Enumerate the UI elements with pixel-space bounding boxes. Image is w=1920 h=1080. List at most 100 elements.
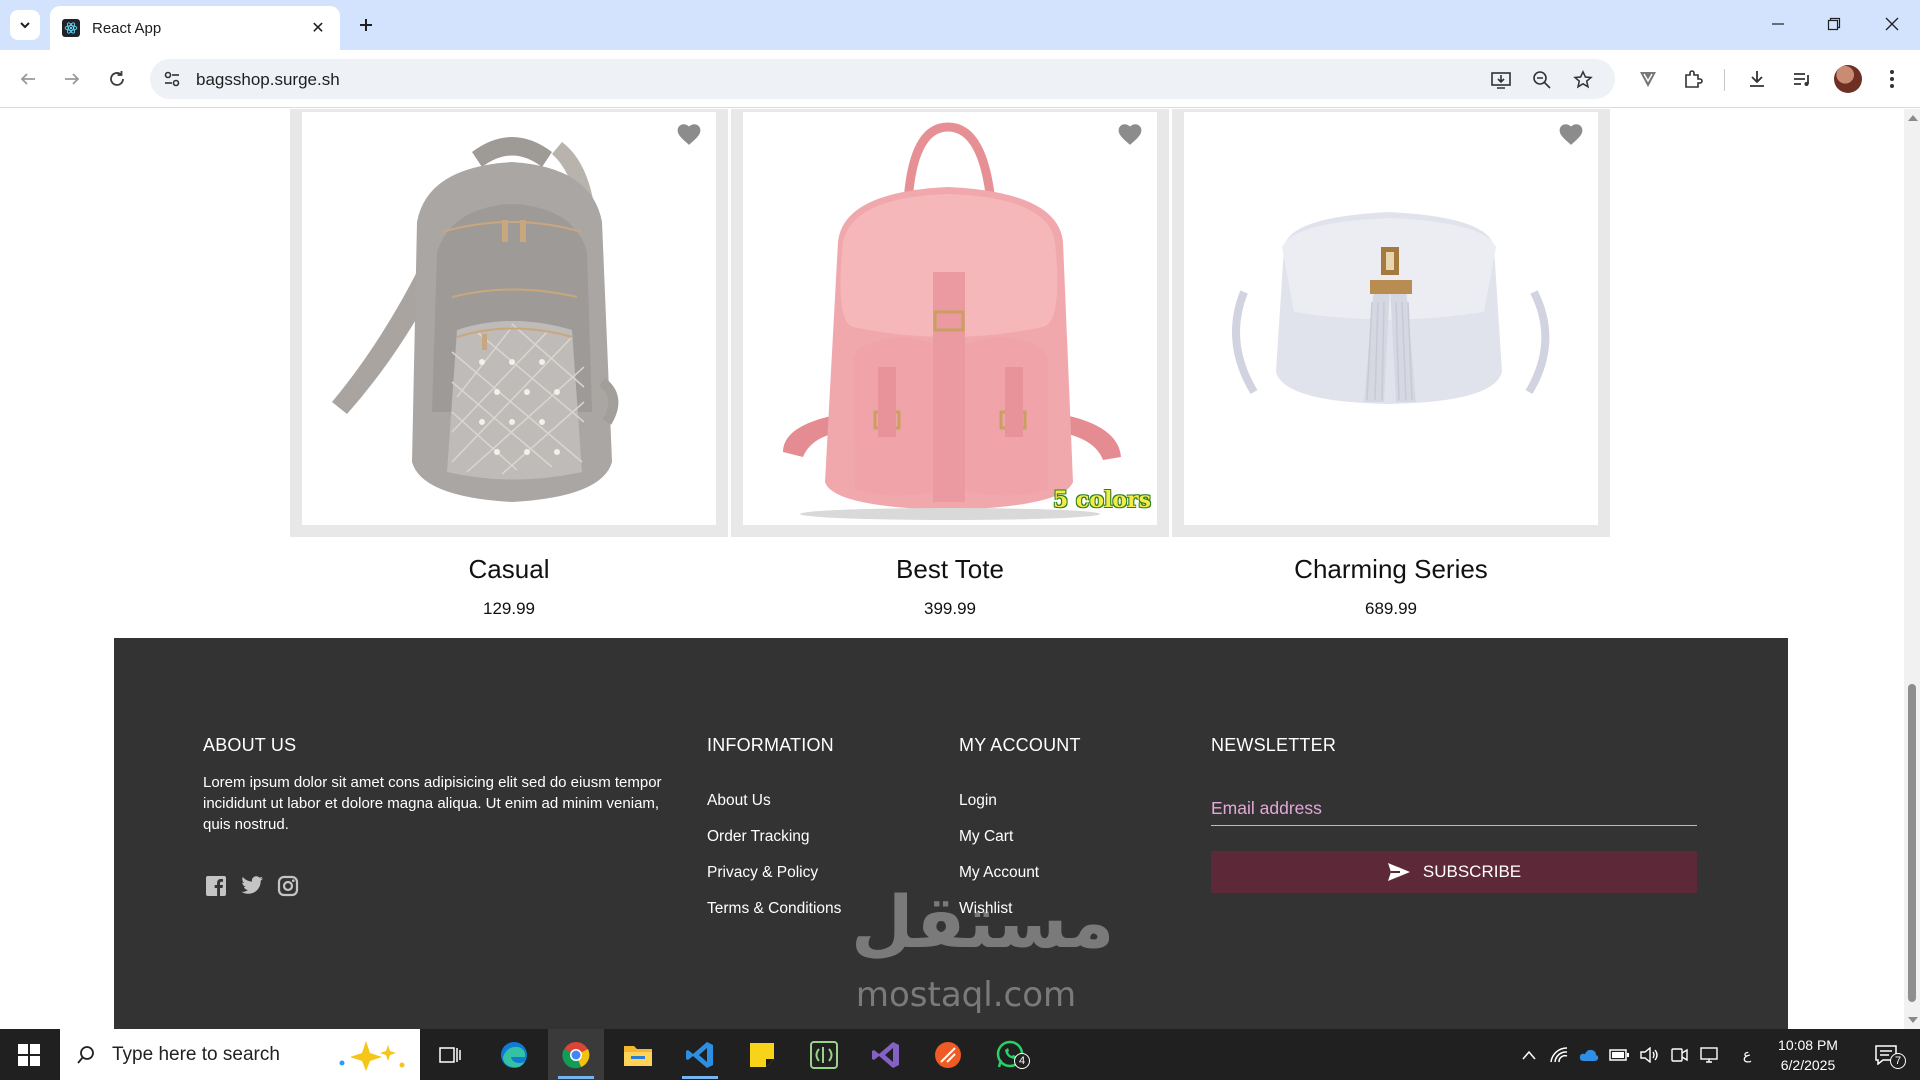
arrow-right-icon [65,73,80,85]
browser-tab-active[interactable]: React App ✕ [50,6,340,50]
colors-badge: 5 colors [1052,487,1151,513]
puzzle-icon [1685,70,1703,88]
tray-battery[interactable] [1606,1029,1632,1080]
forward-button[interactable] [56,63,88,95]
tray-meet-now[interactable] [1666,1029,1692,1080]
taskbar-vscode[interactable] [672,1029,728,1080]
product-card[interactable]: 5 colors Best Tote 399.99 [731,109,1169,619]
monitor-icon [1700,1046,1718,1063]
my-account-title: MY ACCOUNT [959,735,1081,755]
facebook-link[interactable] [203,873,229,899]
browser-toolbar: bagsshop.surge.sh [0,50,1920,108]
downloads-button[interactable] [1741,63,1773,95]
newsletter-email-input[interactable] [1211,792,1697,826]
instagram-icon [277,875,299,897]
taskbar-visual-studio[interactable] [858,1029,914,1080]
install-app-button[interactable] [1488,67,1514,93]
restore-button[interactable] [1814,8,1854,40]
white-crossbody-bag-image [1232,212,1550,404]
tray-onedrive[interactable] [1576,1029,1602,1080]
taskbar-sticky-notes[interactable] [734,1029,790,1080]
product-name[interactable]: Best Tote [731,554,1169,585]
close-icon [1885,17,1899,31]
new-tab-button[interactable] [352,11,380,39]
taskbar-file-explorer[interactable] [610,1029,666,1080]
minimize-button[interactable] [1758,8,1798,40]
twitter-link[interactable] [239,873,265,899]
windows-taskbar: Type here to search 4 ع 10:08 PM 6/2/202… [0,1029,1920,1080]
extensions-button[interactable] [1677,63,1709,95]
product-image[interactable] [1184,112,1598,525]
product-price: 129.99 [483,599,535,618]
bookmark-button[interactable] [1570,67,1596,93]
product-card[interactable]: Charming Series 689.99 [1172,109,1610,619]
footer-link-login[interactable]: Login [959,792,997,810]
page-viewport: Casual 129.99 5 colors Best Tote 399.99 … [0,109,1904,1029]
browser-menu-button[interactable] [1876,63,1908,95]
watermark-arabic: مستقل [851,880,1115,964]
taskbar-whatsapp[interactable]: 4 [982,1029,1038,1080]
tray-input-language[interactable]: ع [1734,1029,1760,1080]
postman-icon [935,1041,961,1068]
profile-avatar[interactable] [1834,65,1862,93]
notification-center-button[interactable]: 7 [1866,1029,1906,1080]
vpn-extension-button[interactable] [1632,63,1664,95]
instagram-link[interactable] [275,873,301,899]
taskbar-search-placeholder: Type here to search [112,1043,280,1065]
taskbar-clock[interactable]: 10:08 PM 6/2/2025 [1768,1035,1848,1075]
taskbar-app-editor[interactable] [796,1029,852,1080]
product-price: 689.99 [1365,599,1417,618]
folder-icon [624,1045,652,1066]
notification-count-badge: 7 [1890,1053,1906,1069]
reload-button[interactable] [101,63,133,95]
taskbar-edge[interactable] [486,1029,542,1080]
start-button[interactable] [0,1029,58,1080]
footer-link-order-tracking[interactable]: Order Tracking [707,828,810,846]
product-name[interactable]: Charming Series [1172,554,1610,585]
media-control-button[interactable] [1786,63,1818,95]
taskbar-postman[interactable] [920,1029,976,1080]
task-view-button[interactable] [422,1029,478,1080]
wishlist-heart-icon[interactable] [676,122,702,146]
footer-link-terms[interactable]: Terms & Conditions [707,900,841,918]
facebook-icon [206,876,226,896]
clock-time: 10:08 PM [1778,1037,1838,1053]
subscribe-button[interactable]: SUBSCRIBE [1211,851,1697,893]
newsletter-title: NEWSLETTER [1211,735,1337,755]
footer-link-my-cart[interactable]: My Cart [959,828,1013,846]
scroll-up-arrow-icon[interactable] [1908,115,1918,121]
url-text[interactable]: bagsshop.surge.sh [196,70,340,90]
address-bar[interactable]: bagsshop.surge.sh [150,59,1615,99]
subscribe-label: SUBSCRIBE [1422,862,1522,881]
product-image[interactable]: 5 colors [743,112,1157,525]
download-icon [1750,71,1764,87]
tab-search-button[interactable] [10,10,40,40]
show-hidden-icons-button[interactable] [1516,1029,1542,1080]
taskbar-chrome[interactable] [548,1029,604,1080]
taskbar-search-box[interactable]: Type here to search [60,1029,420,1080]
tray-display[interactable] [1696,1029,1722,1080]
zoom-button[interactable] [1529,67,1555,93]
page-scrollbar[interactable] [1904,109,1920,1029]
vscode-icon [686,1041,713,1068]
minimize-icon [1772,23,1784,25]
task-view-icon [439,1046,461,1063]
tray-network[interactable] [1546,1029,1572,1080]
scrollbar-thumb[interactable] [1908,684,1916,1002]
kebab-menu-icon [1890,70,1894,88]
back-button[interactable] [12,63,44,95]
product-name[interactable]: Casual [290,554,728,585]
tray-volume[interactable] [1636,1029,1662,1080]
site-settings-icon[interactable] [162,69,182,89]
close-window-button[interactable] [1872,8,1912,40]
footer-link-privacy-policy[interactable]: Privacy & Policy [707,864,818,882]
wishlist-heart-icon[interactable] [1117,122,1143,146]
information-title: INFORMATION [707,735,834,755]
wishlist-heart-icon[interactable] [1558,122,1584,146]
product-image[interactable] [302,112,716,525]
product-card[interactable]: Casual 129.99 [290,109,728,619]
footer-link-about-us[interactable]: About Us [707,792,771,810]
tab-close-icon[interactable]: ✕ [308,18,328,38]
scroll-down-arrow-icon[interactable] [1908,1017,1918,1023]
clock-date: 6/2/2025 [1780,1057,1836,1073]
